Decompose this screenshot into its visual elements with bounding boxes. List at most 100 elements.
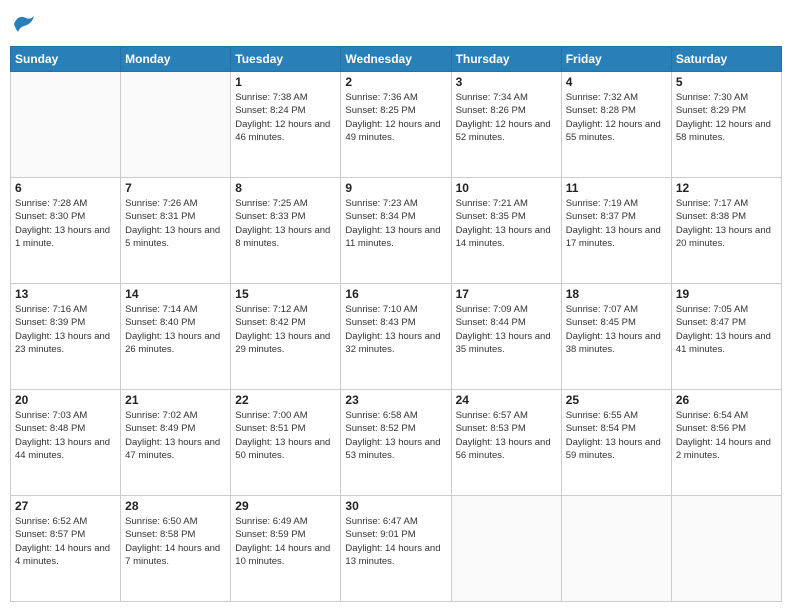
calendar-day-cell: 8 Sunrise: 7:25 AM Sunset: 8:33 PM Daylig… (231, 178, 341, 284)
day-number: 10 (456, 181, 557, 195)
day-info: Sunrise: 7:03 AM Sunset: 8:48 PM Dayligh… (15, 409, 116, 462)
calendar-day-cell: 22 Sunrise: 7:00 AM Sunset: 8:51 PM Dayli… (231, 390, 341, 496)
calendar-day-cell: 3 Sunrise: 7:34 AM Sunset: 8:26 PM Daylig… (451, 72, 561, 178)
day-info: Sunrise: 7:16 AM Sunset: 8:39 PM Dayligh… (15, 303, 116, 356)
calendar-day-cell (561, 496, 671, 602)
day-number: 24 (456, 393, 557, 407)
calendar-day-cell: 4 Sunrise: 7:32 AM Sunset: 8:28 PM Daylig… (561, 72, 671, 178)
day-info: Sunrise: 7:00 AM Sunset: 8:51 PM Dayligh… (235, 409, 336, 462)
day-info: Sunrise: 7:19 AM Sunset: 8:37 PM Dayligh… (566, 197, 667, 250)
day-info: Sunrise: 6:58 AM Sunset: 8:52 PM Dayligh… (345, 409, 446, 462)
day-number: 5 (676, 75, 777, 89)
calendar-header-row: SundayMondayTuesdayWednesdayThursdayFrid… (11, 47, 782, 72)
header (10, 10, 782, 38)
calendar-day-cell: 6Sunrise: 7:28 AM Sunset: 8:30 PM Daylig… (11, 178, 121, 284)
day-info: Sunrise: 7:38 AM Sunset: 8:24 PM Dayligh… (235, 91, 336, 144)
day-number: 20 (15, 393, 116, 407)
calendar-day-cell: 23 Sunrise: 6:58 AM Sunset: 8:52 PM Dayli… (341, 390, 451, 496)
day-info: Sunrise: 7:23 AM Sunset: 8:34 PM Dayligh… (345, 197, 446, 250)
page: SundayMondayTuesdayWednesdayThursdayFrid… (0, 0, 792, 612)
day-number: 6 (15, 181, 116, 195)
calendar-day-cell: 18 Sunrise: 7:07 AM Sunset: 8:45 PM Dayli… (561, 284, 671, 390)
logo-icon (10, 10, 38, 38)
day-info: Sunrise: 7:36 AM Sunset: 8:25 PM Dayligh… (345, 91, 446, 144)
day-number: 1 (235, 75, 336, 89)
day-number: 28 (125, 499, 226, 513)
calendar-week-row: 6Sunrise: 7:28 AM Sunset: 8:30 PM Daylig… (11, 178, 782, 284)
day-info: Sunrise: 7:26 AM Sunset: 8:31 PM Dayligh… (125, 197, 226, 250)
day-info: Sunrise: 7:30 AM Sunset: 8:29 PM Dayligh… (676, 91, 777, 144)
calendar-week-row: 1 Sunrise: 7:38 AM Sunset: 8:24 PM Daylig… (11, 72, 782, 178)
day-number: 13 (15, 287, 116, 301)
day-number: 19 (676, 287, 777, 301)
calendar-day-cell: 5 Sunrise: 7:30 AM Sunset: 8:29 PM Daylig… (671, 72, 781, 178)
calendar-day-cell: 11 Sunrise: 7:19 AM Sunset: 8:37 PM Dayli… (561, 178, 671, 284)
calendar-day-cell: 30 Sunrise: 6:47 AM Sunset: 9:01 PM Dayli… (341, 496, 451, 602)
day-number: 11 (566, 181, 667, 195)
day-number: 15 (235, 287, 336, 301)
day-number: 3 (456, 75, 557, 89)
day-info: Sunrise: 6:57 AM Sunset: 8:53 PM Dayligh… (456, 409, 557, 462)
calendar-day-cell: 16 Sunrise: 7:10 AM Sunset: 8:43 PM Dayli… (341, 284, 451, 390)
day-number: 4 (566, 75, 667, 89)
day-number: 22 (235, 393, 336, 407)
calendar-day-cell (11, 72, 121, 178)
calendar-day-cell: 26 Sunrise: 6:54 AM Sunset: 8:56 PM Dayli… (671, 390, 781, 496)
day-info: Sunrise: 7:25 AM Sunset: 8:33 PM Dayligh… (235, 197, 336, 250)
calendar-day-cell: 12Sunrise: 7:17 AM Sunset: 8:38 PM Dayli… (671, 178, 781, 284)
calendar-day-cell: 19Sunrise: 7:05 AM Sunset: 8:47 PM Dayli… (671, 284, 781, 390)
calendar-day-cell: 20 Sunrise: 7:03 AM Sunset: 8:48 PM Dayli… (11, 390, 121, 496)
calendar-day-cell: 24 Sunrise: 6:57 AM Sunset: 8:53 PM Dayli… (451, 390, 561, 496)
day-info: Sunrise: 7:10 AM Sunset: 8:43 PM Dayligh… (345, 303, 446, 356)
day-info: Sunrise: 6:52 AM Sunset: 8:57 PM Dayligh… (15, 515, 116, 568)
day-info: Sunrise: 6:47 AM Sunset: 9:01 PM Dayligh… (345, 515, 446, 568)
day-info: Sunrise: 6:54 AM Sunset: 8:56 PM Dayligh… (676, 409, 777, 462)
calendar-day-cell: 9 Sunrise: 7:23 AM Sunset: 8:34 PM Daylig… (341, 178, 451, 284)
calendar-day-cell: 10 Sunrise: 7:21 AM Sunset: 8:35 PM Dayli… (451, 178, 561, 284)
day-number: 9 (345, 181, 446, 195)
calendar-day-cell: 1 Sunrise: 7:38 AM Sunset: 8:24 PM Daylig… (231, 72, 341, 178)
day-number: 21 (125, 393, 226, 407)
day-info: Sunrise: 6:55 AM Sunset: 8:54 PM Dayligh… (566, 409, 667, 462)
calendar-day-cell (671, 496, 781, 602)
day-number: 23 (345, 393, 446, 407)
day-number: 18 (566, 287, 667, 301)
calendar-day-cell (451, 496, 561, 602)
day-number: 26 (676, 393, 777, 407)
calendar-day-cell: 25 Sunrise: 6:55 AM Sunset: 8:54 PM Dayli… (561, 390, 671, 496)
calendar-day-cell: 17 Sunrise: 7:09 AM Sunset: 8:44 PM Dayli… (451, 284, 561, 390)
day-info: Sunrise: 7:09 AM Sunset: 8:44 PM Dayligh… (456, 303, 557, 356)
day-number: 27 (15, 499, 116, 513)
calendar-day-cell (121, 72, 231, 178)
day-info: Sunrise: 7:12 AM Sunset: 8:42 PM Dayligh… (235, 303, 336, 356)
calendar-day-header: Thursday (451, 47, 561, 72)
day-info: Sunrise: 6:49 AM Sunset: 8:59 PM Dayligh… (235, 515, 336, 568)
calendar-week-row: 20 Sunrise: 7:03 AM Sunset: 8:48 PM Dayli… (11, 390, 782, 496)
day-info: Sunrise: 7:32 AM Sunset: 8:28 PM Dayligh… (566, 91, 667, 144)
day-info: Sunrise: 7:34 AM Sunset: 8:26 PM Dayligh… (456, 91, 557, 144)
day-info: Sunrise: 6:50 AM Sunset: 8:58 PM Dayligh… (125, 515, 226, 568)
calendar-day-cell: 14 Sunrise: 7:14 AM Sunset: 8:40 PM Dayli… (121, 284, 231, 390)
day-info: Sunrise: 7:02 AM Sunset: 8:49 PM Dayligh… (125, 409, 226, 462)
calendar-day-cell: 21 Sunrise: 7:02 AM Sunset: 8:49 PM Dayli… (121, 390, 231, 496)
day-number: 17 (456, 287, 557, 301)
calendar-day-header: Tuesday (231, 47, 341, 72)
day-info: Sunrise: 7:14 AM Sunset: 8:40 PM Dayligh… (125, 303, 226, 356)
day-number: 30 (345, 499, 446, 513)
day-number: 12 (676, 181, 777, 195)
calendar-day-header: Sunday (11, 47, 121, 72)
day-number: 14 (125, 287, 226, 301)
calendar-day-cell: 2 Sunrise: 7:36 AM Sunset: 8:25 PM Daylig… (341, 72, 451, 178)
day-number: 2 (345, 75, 446, 89)
day-number: 8 (235, 181, 336, 195)
day-info: Sunrise: 7:07 AM Sunset: 8:45 PM Dayligh… (566, 303, 667, 356)
day-number: 25 (566, 393, 667, 407)
calendar-week-row: 13 Sunrise: 7:16 AM Sunset: 8:39 PM Dayli… (11, 284, 782, 390)
day-info: Sunrise: 7:21 AM Sunset: 8:35 PM Dayligh… (456, 197, 557, 250)
calendar-day-header: Monday (121, 47, 231, 72)
day-number: 16 (345, 287, 446, 301)
calendar-day-cell: 28 Sunrise: 6:50 AM Sunset: 8:58 PM Dayli… (121, 496, 231, 602)
calendar-day-cell: 15 Sunrise: 7:12 AM Sunset: 8:42 PM Dayli… (231, 284, 341, 390)
calendar-table: SundayMondayTuesdayWednesdayThursdayFrid… (10, 46, 782, 602)
calendar-day-cell: 13 Sunrise: 7:16 AM Sunset: 8:39 PM Dayli… (11, 284, 121, 390)
